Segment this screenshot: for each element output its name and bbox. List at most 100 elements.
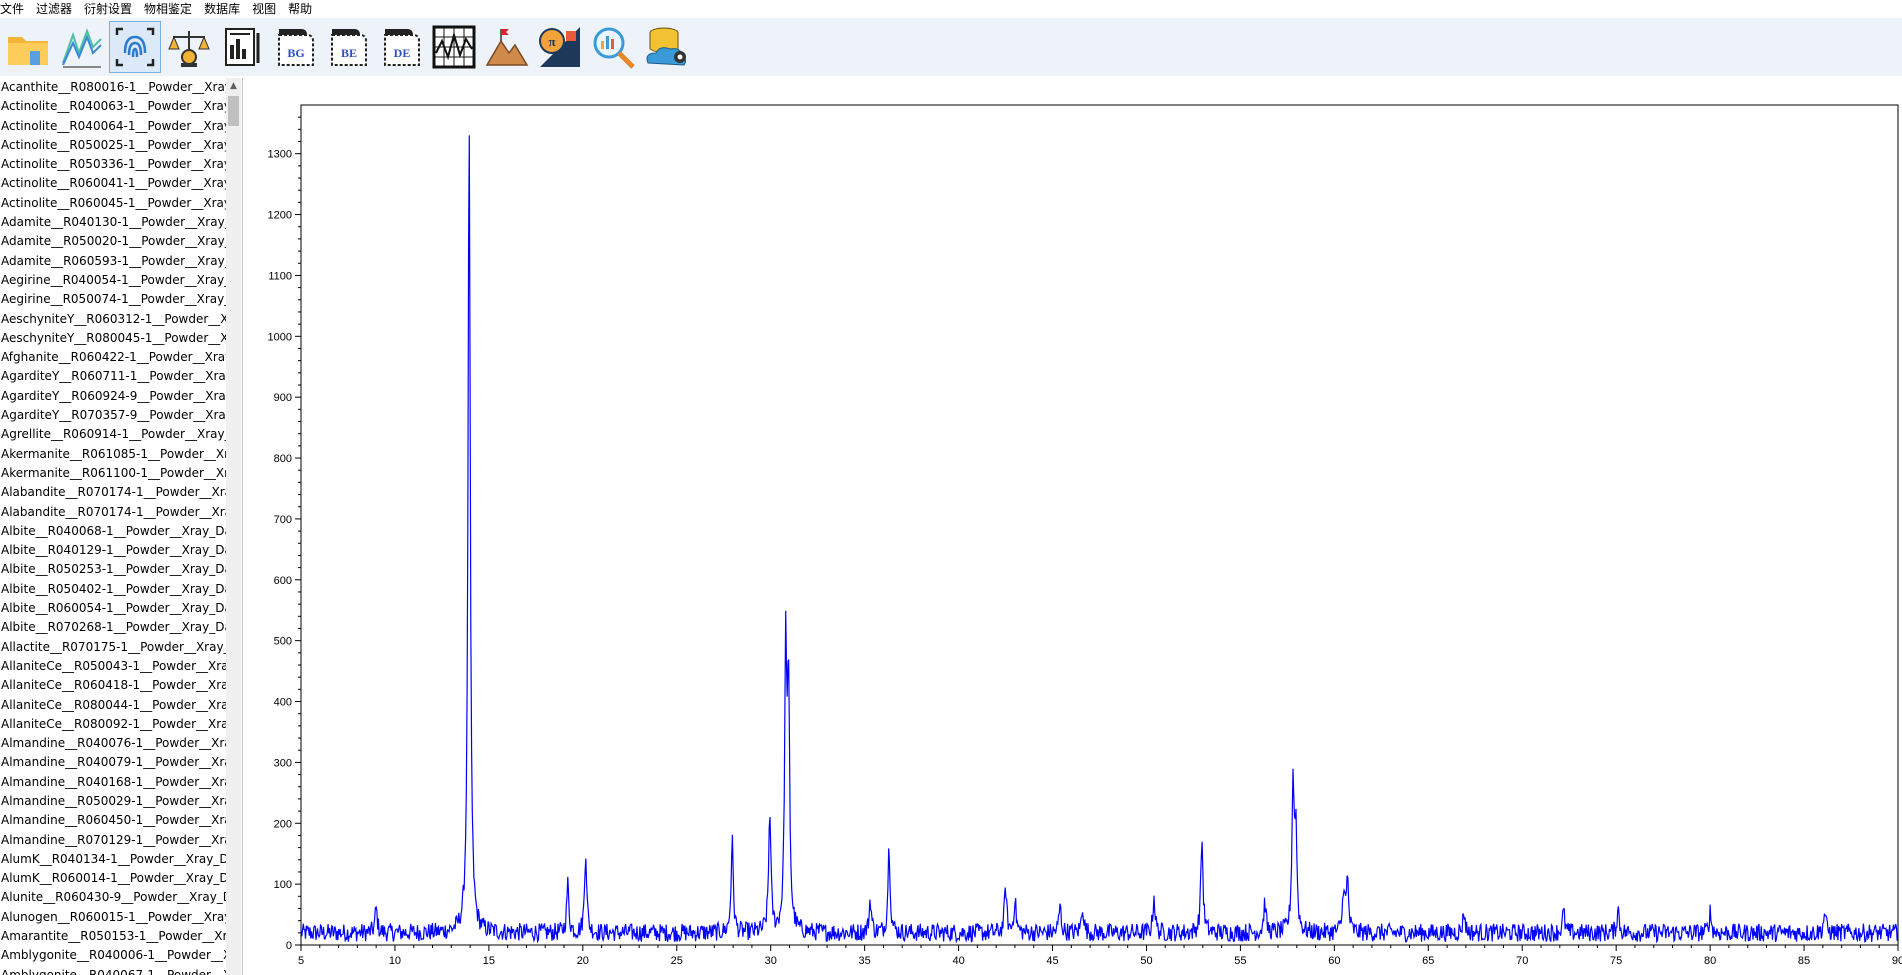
list-item[interactable]: AeschyniteY__R080045-1__Powder__Xra [0, 329, 226, 348]
list-item[interactable]: Albite__R070268-1__Powder__Xray_Dat [0, 618, 226, 637]
list-item[interactable]: AeschyniteY__R060312-1__Powder__Xra [0, 310, 226, 329]
list-item[interactable]: AgarditeY__R060924-9__Powder__Xray_ [0, 387, 226, 406]
search-analysis-button[interactable] [588, 22, 638, 72]
x-tick-label: 50 [1140, 955, 1152, 967]
y-tick-label: 200 [274, 818, 292, 830]
list-item[interactable]: AlumK__R060014-1__Powder__Xray_Dat [0, 869, 226, 888]
svg-text:BG: BG [287, 46, 304, 60]
list-item[interactable]: Actinolite__R050336-1__Powder__Xray_ [0, 155, 226, 174]
y-tick-label: 900 [274, 392, 292, 404]
list-item[interactable]: Acanthite__R080016-1__Powder__Xray_ [0, 78, 226, 97]
list-item[interactable]: Amblygonite__R040067-1__Powder__Xr [0, 966, 226, 975]
de-icon: DE [384, 29, 420, 66]
list-item[interactable]: Albite__R050253-1__Powder__Xray_Dat [0, 560, 226, 579]
peak-button[interactable] [482, 22, 532, 72]
list-item[interactable]: Agrellite__R060914-1__Powder__Xray_D [0, 425, 226, 444]
menu-diffraction-settings[interactable]: 衍射设置 [84, 0, 138, 18]
list-item[interactable]: AllaniteCe__R080092-1__Powder__Xray_ [0, 715, 226, 734]
list-item[interactable]: Adamite__R040130-1__Powder__Xray_D [0, 213, 226, 232]
y-tick-label: 1200 [268, 210, 292, 222]
list-item[interactable]: Aegirine__R050074-1__Powder__Xray_D [0, 290, 226, 309]
list-item[interactable]: Albite__R060054-1__Powder__Xray_Dat [0, 599, 226, 618]
pi-analysis-button[interactable]: π [535, 22, 585, 72]
svg-text:BE: BE [341, 46, 357, 60]
list-item[interactable]: Akermanite__R061085-1__Powder__Xra [0, 445, 226, 464]
report-button[interactable] [217, 22, 267, 72]
file-list-panel: Acanthite__R080016-1__Powder__Xray_ Actin… [0, 78, 243, 975]
menu-phase-identification[interactable]: 物相鉴定 [144, 0, 198, 18]
list-item[interactable]: Alunogen__R060015-1__Powder__Xray_ [0, 908, 226, 927]
y-tick-label: 400 [274, 697, 292, 709]
scrollbar[interactable]: ▲ [226, 78, 241, 975]
svg-text:DE: DE [394, 46, 411, 60]
list-item[interactable]: Albite__R040068-1__Powder__Xray_Dat [0, 522, 226, 541]
scroll-up-arrow-icon[interactable]: ▲ [226, 78, 241, 94]
list-item[interactable]: Albite__R040129-1__Powder__Xray_Dat [0, 541, 226, 560]
plot-frame [300, 104, 1899, 946]
list-item[interactable]: Aegirine__R040054-1__Powder__Xray_D [0, 271, 226, 290]
x-tick-label: 80 [1704, 955, 1716, 967]
be-button[interactable]: BE [323, 22, 373, 72]
list-item[interactable]: Afghanite__R060422-1__Powder__Xray_ [0, 348, 226, 367]
list-item[interactable]: Actinolite__R040064-1__Powder__Xray_ [0, 117, 226, 136]
y-tick-label: 1300 [268, 149, 292, 161]
y-tick-label: 500 [274, 636, 292, 648]
filter-button[interactable] [56, 22, 106, 72]
list-item[interactable]: Akermanite__R061100-1__Powder__Xra [0, 464, 226, 483]
list-item[interactable]: Almandine__R040079-1__Powder__Xray [0, 753, 226, 772]
list-item[interactable]: Adamite__R050020-1__Powder__Xray_D [0, 232, 226, 251]
list-item[interactable]: Alabandite__R070174-1__Powder__Xray [0, 483, 226, 502]
y-tick-label: 300 [274, 757, 292, 769]
list-item[interactable]: Amblygonite__R040006-1__Powder__Xr [0, 946, 226, 965]
list-item[interactable]: Alunite__R060430-9__Powder__Xray_Da [0, 888, 226, 907]
list-item[interactable]: Almandine__R070129-1__Powder__Xray [0, 831, 226, 850]
toolbar: BG BE DE π [0, 18, 1902, 76]
xrd-pattern-chart: 0 100 200 300 400 500 600 700 800 900 1000 1100 1200… [268, 104, 1902, 967]
x-tick-label: 35 [859, 955, 871, 967]
list-item[interactable]: Adamite__R060593-1__Powder__Xray_D [0, 252, 226, 271]
list-item[interactable]: Almandine__R040168-1__Powder__Xray [0, 773, 226, 792]
database-cloud-button[interactable] [641, 22, 691, 72]
scroll-thumb[interactable] [228, 96, 239, 126]
menu-help[interactable]: 帮助 [288, 0, 318, 18]
peak-mountain-icon [485, 29, 529, 66]
pi-triangle-icon: π [539, 27, 580, 67]
list-item[interactable]: AllaniteCe__R060418-1__Powder__Xray_ [0, 676, 226, 695]
y-tick-label: 800 [274, 453, 292, 465]
xrd-chart-area: 0 100 200 300 400 500 600 700 800 900 1000 1100 1200… [244, 78, 1902, 975]
list-item[interactable]: Amarantite__R050153-1__Powder__Xray [0, 927, 226, 946]
x-tick-label: 45 [1046, 955, 1058, 967]
x-tick-label: 40 [952, 955, 964, 967]
list-item[interactable]: Almandine__R060450-1__Powder__Xray [0, 811, 226, 830]
menu-view[interactable]: 视图 [252, 0, 282, 18]
be-icon: BE [331, 29, 367, 66]
spectrum-grid-icon [432, 25, 476, 69]
list-item[interactable]: AllaniteCe__R080044-1__Powder__Xray_ [0, 696, 226, 715]
list-item[interactable]: Actinolite__R040063-1__Powder__Xray_ [0, 97, 226, 116]
menu-file[interactable]: 文件 [0, 0, 30, 18]
list-item[interactable]: Alabandite__R070174-1__Powder__Xray [0, 503, 226, 522]
de-button[interactable]: DE [376, 22, 426, 72]
open-folder-icon [8, 37, 48, 65]
fingerprint-button[interactable] [109, 21, 161, 73]
search-analysis-icon [593, 27, 635, 69]
y-tick-label: 700 [274, 514, 292, 526]
list-item[interactable]: AgarditeY__R070357-9__Powder__Xray_ [0, 406, 226, 425]
list-item[interactable]: AgarditeY__R060711-1__Powder__Xray_ [0, 367, 226, 386]
menu-database[interactable]: 数据库 [204, 0, 246, 18]
list-item[interactable]: Actinolite__R050025-1__Powder__Xray_ [0, 136, 226, 155]
list-item[interactable]: Actinolite__R060041-1__Powder__Xray_ [0, 174, 226, 193]
list-item[interactable]: AllaniteCe__R050043-1__Powder__Xray_ [0, 657, 226, 676]
list-item[interactable]: Almandine__R050029-1__Powder__Xray [0, 792, 226, 811]
menu-filter[interactable]: 过滤器 [36, 0, 78, 18]
list-item[interactable]: Almandine__R040076-1__Powder__Xray [0, 734, 226, 753]
list-item[interactable]: AlumK__R040134-1__Powder__Xray_Dat [0, 850, 226, 869]
list-item[interactable]: Allactite__R070175-1__Powder__Xray_D [0, 638, 226, 657]
phase-balance-button[interactable] [164, 22, 214, 72]
list-item[interactable]: Albite__R050402-1__Powder__Xray_Dat [0, 580, 226, 599]
open-folder-button[interactable] [3, 22, 53, 72]
list-item[interactable]: Actinolite__R060045-1__Powder__Xray_ [0, 194, 226, 213]
balance-settings-icon [168, 31, 210, 67]
bg-button[interactable]: BG [270, 22, 320, 72]
spectrum-grid-button[interactable] [429, 22, 479, 72]
